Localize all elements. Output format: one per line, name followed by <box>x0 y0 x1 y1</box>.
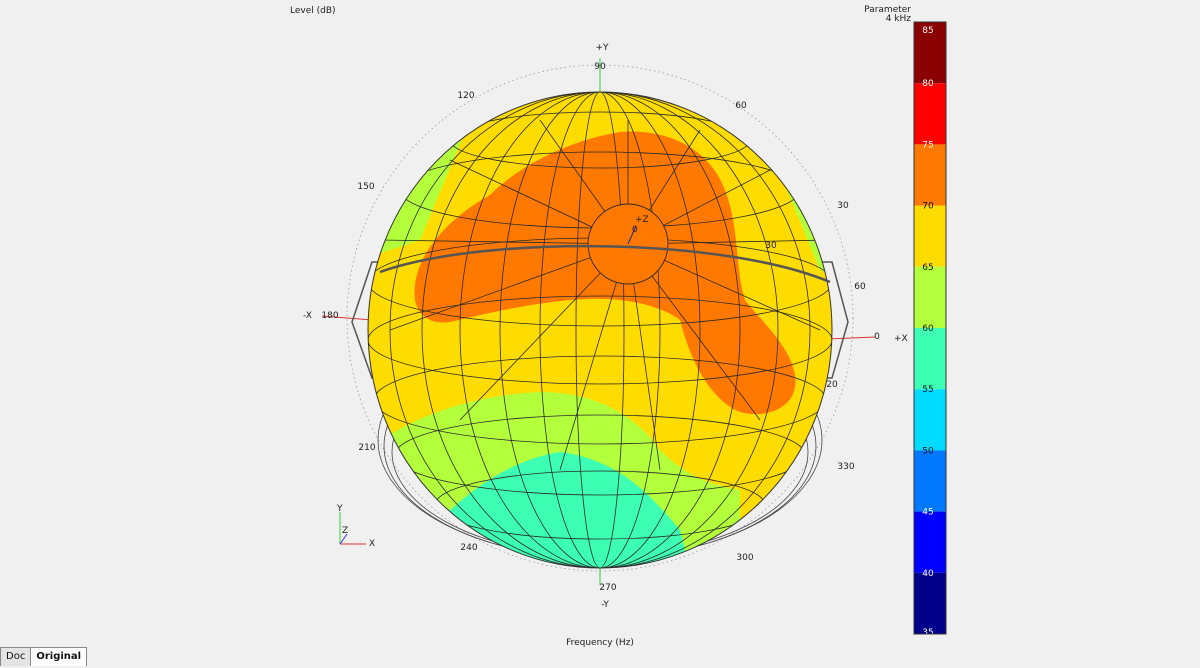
triad-x-label: X <box>369 539 375 549</box>
elevation-60: 60 <box>854 282 866 292</box>
colorbar-tick-65: 65 <box>922 263 933 273</box>
axis-triad: X Y Z <box>336 504 375 549</box>
x-axis-label: Frequency (Hz) <box>566 638 634 648</box>
colorbar-band-70-75 <box>914 144 946 206</box>
tab-original[interactable]: Original <box>30 647 88 666</box>
tab-doc[interactable]: Doc <box>0 647 32 666</box>
colorbar-band-45-50 <box>914 450 946 512</box>
angle-150: 150 <box>357 182 374 192</box>
colorbar-tick-75: 75 <box>922 140 933 150</box>
plus-z-label: +Z <box>635 215 649 225</box>
angle-90: 90 <box>594 62 606 72</box>
angle-180: 180 <box>321 311 338 321</box>
z-zero-label: 0 <box>632 225 638 235</box>
triad-y-label: Y <box>336 504 343 514</box>
colorbar-tick-85: 85 <box>922 26 933 36</box>
minus-x-label: -X <box>303 311 312 321</box>
colorbar-tick-55: 55 <box>922 385 933 395</box>
colorbar-tick-45: 45 <box>922 508 933 518</box>
angle-60: 60 <box>735 101 747 111</box>
plus-y-label: +Y <box>595 43 609 53</box>
angle-120: 120 <box>457 91 474 101</box>
angle-330: 330 <box>837 462 854 472</box>
colorbar-tick-40: 40 <box>922 569 934 579</box>
colorbar-band-35-40 <box>914 572 946 634</box>
elevation-30: 30 <box>765 241 777 251</box>
triad-z-label: Z <box>342 526 348 536</box>
colorbar-tick-60: 60 <box>922 324 934 334</box>
angle-270: 270 <box>599 583 616 593</box>
balloon-plot: Level (dB) Frequency (Hz) +Z 0 90 60 30 … <box>290 5 947 648</box>
angle-300: 300 <box>736 553 753 563</box>
colorbar-band-75-80 <box>914 83 946 145</box>
plus-x-label: +X <box>894 334 908 344</box>
colorbar-band-55-60 <box>914 328 946 390</box>
colorbar-band-60-65 <box>914 266 946 328</box>
colorbar-subtitle: 4 kHz <box>886 14 912 24</box>
elevation-20: 20 <box>826 380 838 390</box>
colorbar-tick-35: 35 <box>922 628 933 638</box>
sphere-surface <box>368 92 832 568</box>
angle-0: 0 <box>874 332 880 342</box>
view-tabs: Doc Original <box>0 647 88 666</box>
colorbar-tick-70: 70 <box>922 202 934 212</box>
colorbar-band-65-70 <box>914 205 946 267</box>
minus-y-label: -Y <box>601 600 609 610</box>
chart-title: Level (dB) <box>290 6 336 16</box>
colorbar-band-50-55 <box>914 389 946 451</box>
x-axis-line-right <box>827 336 876 340</box>
angle-210: 210 <box>358 443 375 453</box>
angle-240: 240 <box>460 543 477 553</box>
colorbar-band-40-45 <box>914 511 946 573</box>
colorbar-tick-80: 80 <box>922 79 934 89</box>
colorbar-tick-50: 50 <box>922 446 934 456</box>
angle-30: 30 <box>837 201 849 211</box>
colorbar: Parameter 4 kHz 8580757065605550454035 <box>864 5 947 638</box>
